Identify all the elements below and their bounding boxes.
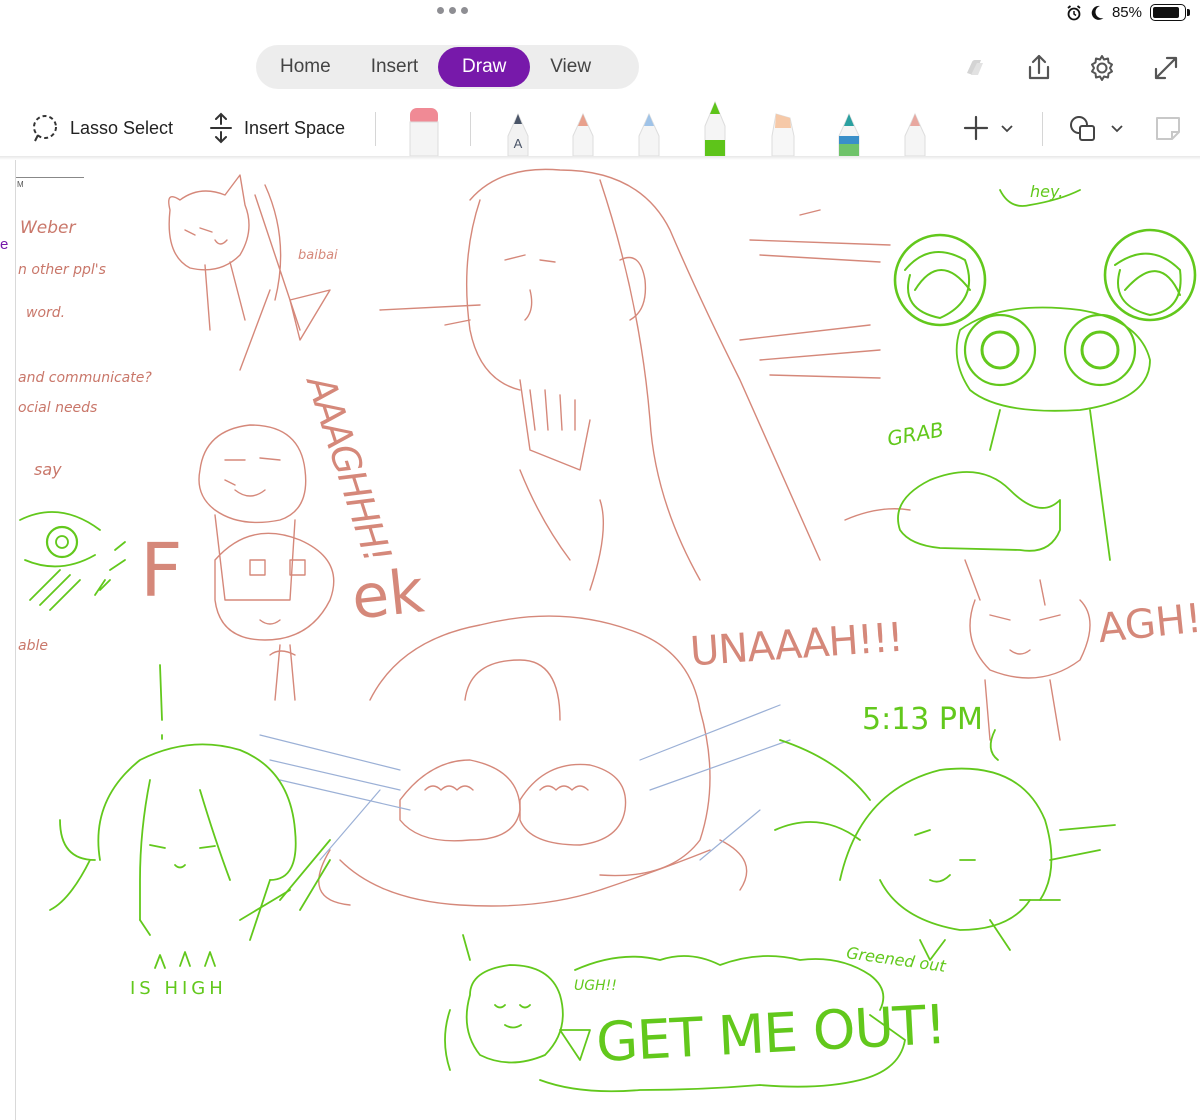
screaming-character-sketch xyxy=(198,424,335,701)
do-not-disturb-icon xyxy=(1091,5,1104,20)
lasso-select-button[interactable]: Lasso Select xyxy=(30,110,173,146)
alarm-icon xyxy=(1067,4,1081,20)
text-hey: hey. xyxy=(1030,182,1064,201)
add-pen-button[interactable] xyxy=(962,110,1014,146)
ink-layer xyxy=(19,168,1197,1093)
insert-space-button[interactable]: Insert Space xyxy=(208,110,345,146)
insert-space-label: Insert Space xyxy=(244,117,346,138)
battery-icon xyxy=(1150,4,1190,21)
sticky-note-icon xyxy=(1156,117,1180,140)
green-girl-sketch xyxy=(49,664,331,969)
chevron-down-icon xyxy=(1111,125,1123,133)
bow-cat-sketch xyxy=(964,559,1091,741)
chevron-down-icon xyxy=(1001,125,1013,133)
green-eye-sketch xyxy=(19,511,126,611)
tab-home[interactable]: Home xyxy=(260,47,351,87)
pencil-salmon-icon[interactable] xyxy=(566,100,600,156)
drawing-canvas[interactable]: Weber n other ppl's word. and communicat… xyxy=(0,160,1200,1120)
pen-green-icon[interactable] xyxy=(698,100,732,156)
text-f: F xyxy=(140,528,183,614)
green-girl-right-sketch xyxy=(774,729,1116,951)
note-other-ppl: n other ppl's xyxy=(18,262,106,278)
lasso-icon xyxy=(33,115,57,142)
multitasking-dots-icon[interactable] xyxy=(437,7,468,14)
pencil-blue-icon[interactable] xyxy=(632,100,666,156)
note-weber: Weber xyxy=(20,218,76,238)
copilot-icon[interactable] xyxy=(954,48,994,88)
toolbar-divider xyxy=(470,112,471,146)
text-baibai: baibai xyxy=(298,248,338,263)
text-ugh: UGH!! xyxy=(574,978,617,994)
tab-insert[interactable]: Insert xyxy=(351,47,439,87)
shapes-icon xyxy=(1070,116,1095,141)
note-say: say xyxy=(34,460,62,479)
pencil-pink-icon[interactable] xyxy=(898,100,932,156)
long-hair-girl-sketch xyxy=(379,168,891,591)
text-pen-icon[interactable]: A xyxy=(501,100,535,156)
status-bar: 85% xyxy=(0,0,1200,30)
battery-fill xyxy=(1153,7,1179,18)
sticky-note-button[interactable] xyxy=(1154,110,1182,146)
tab-draw[interactable]: Draw xyxy=(438,47,531,87)
frog-creature-sketch xyxy=(893,189,1197,561)
cat-sketch xyxy=(168,174,331,371)
status-indicators: 85% xyxy=(1066,4,1190,21)
note-social-needs: ocial needs xyxy=(18,400,98,416)
share-icon[interactable] xyxy=(1019,48,1059,88)
eraser-icon[interactable] xyxy=(407,100,441,156)
text-is-high: IS HIGH xyxy=(130,978,227,999)
toolbar-divider xyxy=(1042,112,1043,146)
toolbar-divider xyxy=(375,112,376,146)
note-able: able xyxy=(18,638,48,654)
svg-text:A: A xyxy=(514,136,523,151)
draw-toolbar: Lasso Select Insert Space A xyxy=(0,100,1200,158)
text-ek: ek xyxy=(348,556,428,634)
note-communicate: and communicate? xyxy=(18,370,152,386)
expand-icon[interactable] xyxy=(1146,48,1186,88)
highlighter-peach-icon[interactable] xyxy=(766,100,800,156)
insert-space-icon xyxy=(210,112,232,144)
note-word: word. xyxy=(26,305,66,321)
text-time: 5:13 PM xyxy=(862,702,983,737)
tab-view[interactable]: View xyxy=(530,47,611,87)
lasso-select-label: Lasso Select xyxy=(70,117,174,138)
pen-galaxy-icon[interactable] xyxy=(832,100,866,156)
lying-character-sketch xyxy=(318,615,748,907)
shapes-button[interactable] xyxy=(1068,110,1124,146)
plus-icon xyxy=(963,115,989,141)
ribbon-tabs: Home Insert Draw View xyxy=(256,45,639,89)
settings-gear-icon[interactable] xyxy=(1082,48,1122,88)
battery-percent: 85% xyxy=(1111,4,1142,21)
